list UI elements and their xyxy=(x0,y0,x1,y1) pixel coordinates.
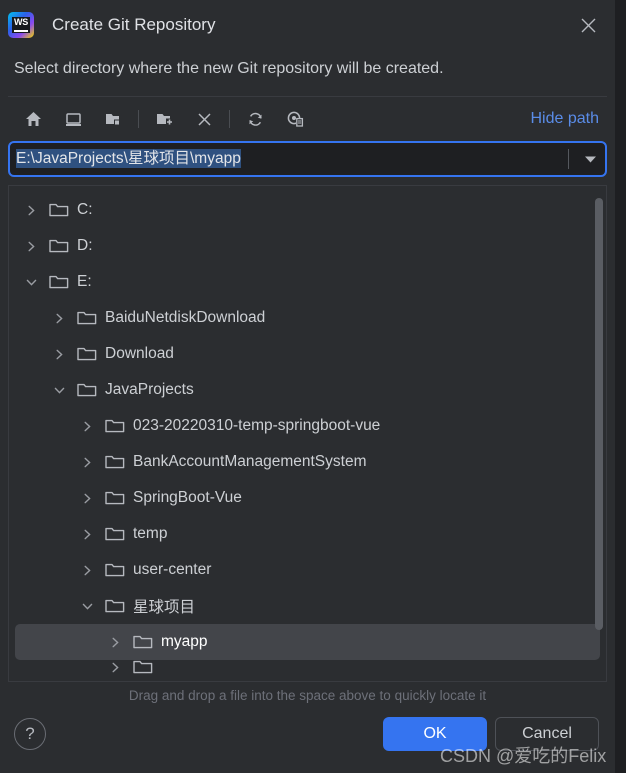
tree-row[interactable]: BankAccountManagementSystem xyxy=(15,444,600,480)
file-chooser-toolbar: Hide path xyxy=(0,97,615,141)
path-input-text: E:\JavaProjects\星球项目\myapp xyxy=(16,149,241,168)
home-button[interactable] xyxy=(18,104,48,134)
tree-row-label: BankAccountManagementSystem xyxy=(133,453,367,470)
chevron-down-icon[interactable] xyxy=(79,598,95,614)
toolbar-separator xyxy=(229,110,230,128)
tree-row[interactable]: temp xyxy=(15,516,600,552)
folder-icon xyxy=(133,634,153,650)
tree-row-label: Download xyxy=(105,345,174,362)
tree-row[interactable]: C: xyxy=(15,192,600,228)
tree-row-label: D: xyxy=(77,237,93,254)
chevron-right-icon[interactable] xyxy=(79,418,95,434)
delete-button[interactable] xyxy=(189,104,219,134)
show-hidden-button[interactable] xyxy=(280,104,310,134)
chevron-down-icon[interactable] xyxy=(23,274,39,290)
screenshot-root: WS Create Git Repository Select director… xyxy=(0,0,626,773)
folder-icon xyxy=(77,382,97,398)
chevron-right-icon[interactable] xyxy=(51,310,67,326)
tree-row-label: JavaProjects xyxy=(105,381,194,398)
directory-tree-list: C: D: E: BaiduNetdiskDownload Download JavaPr… xyxy=(9,186,606,681)
chevron-down-icon xyxy=(584,156,596,162)
tree-row-label: 023-20220310-temp-springboot-vue xyxy=(133,417,381,434)
close-icon[interactable] xyxy=(575,12,601,38)
tree-row-label: 星球项目 xyxy=(133,599,196,616)
chevron-right-icon[interactable] xyxy=(79,526,95,542)
path-row: E:\JavaProjects\星球项目\myapp xyxy=(0,141,615,177)
folder-icon xyxy=(77,346,97,362)
chevron-right-icon[interactable] xyxy=(107,634,123,650)
path-field-separator xyxy=(568,149,569,169)
dialog-prompt: Select directory where the new Git repos… xyxy=(14,60,444,77)
chevron-right-icon[interactable] xyxy=(79,454,95,470)
refresh-icon xyxy=(248,112,262,126)
toolbar-separator xyxy=(138,110,139,128)
tree-row-label: user-center xyxy=(133,561,212,578)
dialog-title: Create Git Repository xyxy=(52,15,216,34)
dialog-footer: ? OK Cancel xyxy=(0,703,615,773)
folder-icon xyxy=(49,238,69,254)
folder-icon xyxy=(105,418,125,434)
chevron-down-icon[interactable] xyxy=(51,382,67,398)
folder-icon xyxy=(77,310,97,326)
webstorm-icon: WS xyxy=(8,12,34,38)
chevron-right-icon[interactable] xyxy=(107,660,123,674)
hide-path-link[interactable]: Hide path xyxy=(531,110,600,128)
tree-row-label: E: xyxy=(77,273,92,290)
delete-icon xyxy=(197,112,211,126)
tree-scrollbar-thumb[interactable] xyxy=(595,197,603,630)
chevron-right-icon[interactable] xyxy=(79,490,95,506)
tree-row-selected[interactable]: myapp xyxy=(15,624,600,660)
project-folder-icon xyxy=(105,113,120,125)
tree-scrollbar[interactable] xyxy=(594,188,604,679)
tree-row[interactable]: user-center xyxy=(15,552,600,588)
tree-row-label: BaiduNetdiskDownload xyxy=(105,309,266,326)
dialog-titlebar: WS Create Git Repository xyxy=(0,0,615,50)
cancel-button[interactable]: Cancel xyxy=(495,717,599,751)
footer-button-group: OK Cancel xyxy=(383,717,599,751)
home-icon xyxy=(25,111,41,126)
chevron-right-icon[interactable] xyxy=(51,346,67,362)
tree-row[interactable]: BaiduNetdiskDownload xyxy=(15,300,600,336)
tree-row[interactable]: D: xyxy=(15,228,600,264)
tree-row[interactable]: SpringBoot-Vue xyxy=(15,480,600,516)
tree-row[interactable]: JavaProjects xyxy=(15,372,600,408)
path-dropdown-button[interactable] xyxy=(577,143,603,175)
desktop-icon xyxy=(65,112,81,126)
folder-icon xyxy=(105,526,125,542)
folder-icon xyxy=(133,660,153,674)
tree-row-label: temp xyxy=(133,525,168,542)
folder-icon xyxy=(105,598,125,614)
drag-drop-hint: Drag and drop a file into the space abov… xyxy=(128,688,487,703)
ide-background-strip xyxy=(615,0,626,773)
folder-icon xyxy=(49,202,69,218)
create-git-repository-dialog: WS Create Git Repository Select director… xyxy=(0,0,615,773)
chevron-right-icon[interactable] xyxy=(23,238,39,254)
desktop-button[interactable] xyxy=(58,104,88,134)
chevron-right-icon[interactable] xyxy=(79,562,95,578)
tree-row[interactable]: E: xyxy=(15,264,600,300)
tree-row[interactable]: Download xyxy=(15,336,600,372)
new-folder-button[interactable] xyxy=(149,104,179,134)
tree-row[interactable]: 023-20220310-temp-springboot-vue xyxy=(15,408,600,444)
show-hidden-icon xyxy=(287,111,303,127)
new-folder-icon xyxy=(156,113,173,125)
tree-row[interactable]: 星球项目 xyxy=(15,588,600,624)
project-folder-button[interactable] xyxy=(98,104,128,134)
chevron-right-icon[interactable] xyxy=(23,202,39,218)
refresh-button[interactable] xyxy=(240,104,270,134)
folder-icon xyxy=(105,490,125,506)
tree-row-label: SpringBoot-Vue xyxy=(133,489,242,506)
tree-row-label: myapp xyxy=(161,633,208,650)
ok-button[interactable]: OK xyxy=(383,717,487,751)
tree-row-partial[interactable] xyxy=(15,660,600,674)
tree-row-label: C: xyxy=(77,201,93,218)
path-input[interactable]: E:\JavaProjects\星球项目\myapp xyxy=(8,141,607,177)
directory-tree[interactable]: C: D: E: BaiduNetdiskDownload Download JavaPr… xyxy=(8,185,607,682)
folder-icon xyxy=(105,562,125,578)
help-button[interactable]: ? xyxy=(14,718,46,750)
folder-icon xyxy=(105,454,125,470)
folder-icon xyxy=(49,274,69,290)
path-input-value[interactable]: E:\JavaProjects\星球项目\myapp xyxy=(16,149,564,169)
